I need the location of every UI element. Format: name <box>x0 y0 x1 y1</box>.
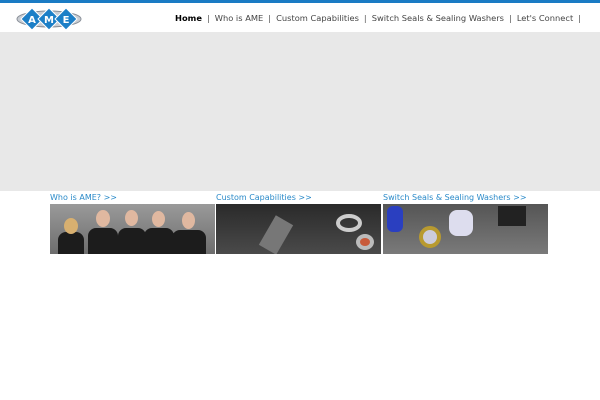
card-title[interactable]: Custom Capabilities >> <box>216 192 381 204</box>
svg-text:A: A <box>28 15 36 26</box>
custom-parts-photo[interactable] <box>216 204 381 254</box>
card-title[interactable]: Switch Seals & Sealing Washers >> <box>383 192 548 204</box>
nav-separator: | <box>509 13 512 23</box>
nav-separator: | <box>578 13 581 23</box>
seals-photo[interactable] <box>383 204 548 254</box>
ame-logo[interactable]: AME <box>16 6 82 32</box>
nav-separator: | <box>363 13 367 23</box>
card-custom-capabilities[interactable]: Custom Capabilities >> <box>216 192 381 254</box>
nav-switch-seals[interactable]: Switch Seals & Sealing Washers <box>372 13 504 23</box>
team-photo[interactable] <box>50 204 215 254</box>
nav-home[interactable]: Home <box>175 13 202 23</box>
nav-lets-connect[interactable]: Let's Connect <box>517 13 573 23</box>
svg-text:M: M <box>44 15 54 26</box>
header: AME Home | Who is AME | Custom Capabilities |… <box>0 3 600 32</box>
svg-text:E: E <box>63 15 70 26</box>
nav-custom-capabilities[interactable]: Custom Capabilities <box>276 13 359 23</box>
nav-separator: | <box>206 13 210 23</box>
nav-separator: | <box>268 13 272 23</box>
card-who-is-ame[interactable]: Who is AME? >> <box>50 192 215 254</box>
nav-who-is-ame[interactable]: Who is AME <box>215 13 264 23</box>
main-nav: Home | Who is AME | Custom Capabilities | Swit… <box>175 13 586 23</box>
card-title[interactable]: Who is AME? >> <box>50 192 215 204</box>
hero-banner <box>0 32 600 191</box>
card-switch-seals[interactable]: Switch Seals & Sealing Washers >> <box>383 192 548 254</box>
